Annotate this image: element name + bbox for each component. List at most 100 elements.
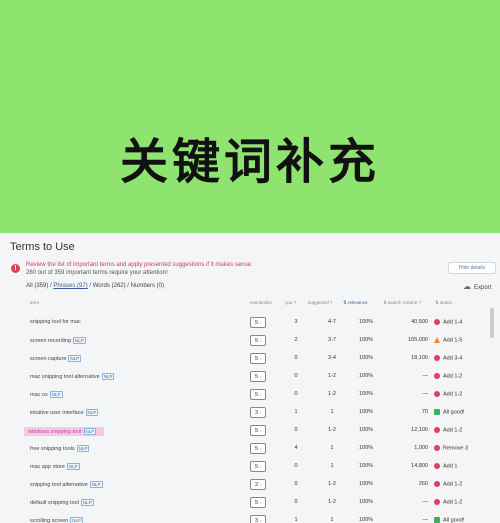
relevance-cell: 100% — [358, 445, 374, 451]
evenbooks-select[interactable]: 3 › — [250, 515, 266, 523]
action-text: Add 1-4 — [443, 319, 463, 326]
col-search-volume[interactable]: ⇅ search volume ? — [383, 300, 421, 306]
you-cell: 0 — [294, 499, 298, 505]
alert-message: Review the list of important terms and a… — [26, 262, 253, 268]
suggested-cell: 1 — [330, 517, 334, 523]
chevron-icon: › — [259, 338, 261, 343]
evenbooks-select[interactable]: 3 › — [250, 407, 266, 418]
nlp-badge: NLP — [89, 481, 103, 488]
evenbooks-select[interactable]: 5 › — [250, 353, 266, 364]
evenbooks-value: 5 — [255, 500, 259, 506]
action-cell[interactable]: Add 1-2 — [434, 427, 462, 433]
evenbooks-select[interactable]: 5 › — [250, 389, 266, 400]
evenbooks-select[interactable]: 5 › — [250, 443, 266, 454]
table-row: screen recording NLP 5 › 2 3-7 100% 165,000 Add… — [22, 333, 490, 348]
chevron-icon: › — [259, 356, 261, 361]
action-cell[interactable]: All good! — [434, 517, 464, 523]
table-row: snipping tool alternative NLP 2 › 0 1-2 100% 2… — [22, 477, 490, 492]
action-cell[interactable]: Add 1 — [434, 463, 457, 469]
col-suggested[interactable]: suggested ? — [308, 300, 333, 305]
action-cell[interactable]: All good! — [434, 409, 464, 415]
filter-bar: All (359) / Phrases (97) / Words (262) /… — [26, 283, 164, 289]
nlp-badge: NLP — [70, 517, 83, 523]
table-row: intuitive user interface NLP 3 › 1 1 100% 70 Al… — [22, 405, 490, 420]
col-you[interactable]: you ? — [285, 300, 296, 305]
term-cell: snipping tool for mac — [30, 319, 81, 325]
term-text: free snipping tools — [30, 446, 75, 452]
action-cell[interactable]: Remove 3 — [434, 445, 468, 451]
action-cell[interactable]: Add 1-2 — [434, 481, 462, 487]
chevron-icon: › — [259, 482, 261, 487]
evenbooks-select[interactable]: 5 › — [250, 425, 266, 436]
you-cell: 1 — [294, 517, 298, 523]
action-text: Add 1-2 — [443, 391, 463, 398]
term-text: mac snipping tool alternative — [30, 374, 100, 380]
search-volume-cell: 18,100 — [411, 355, 428, 361]
term-cell: mac app store NLP — [30, 463, 80, 470]
col-term[interactable]: term — [30, 300, 39, 305]
alert-icon — [434, 481, 440, 487]
action-cell[interactable]: Add 1-5 — [434, 337, 462, 343]
action-text: Add 1 — [443, 463, 458, 470]
suggested-cell: 1 — [330, 445, 334, 451]
evenbooks-select[interactable]: 5 › — [250, 497, 266, 508]
suggested-cell: 1-2 — [328, 427, 336, 433]
action-cell[interactable]: Add 3-4 — [434, 355, 462, 361]
action-cell[interactable]: Add 1-2 — [434, 391, 462, 397]
col-action[interactable]: ⇅ action — [435, 300, 452, 306]
col-relevance[interactable]: ⇅ relevance — [343, 300, 368, 306]
banner: 关键词补充 — [0, 0, 500, 233]
evenbooks-value: 5 — [255, 446, 259, 452]
action-cell[interactable]: Add 1-4 — [434, 319, 462, 325]
term-cell: scrolling screen NLP — [30, 517, 83, 523]
table-row: screen capture NLP 5 › 0 3-4 100% 18,100 Add 3-… — [22, 351, 490, 366]
nlp-badge: NLP — [80, 499, 94, 506]
col-evenbooks[interactable]: evenbooks — [250, 300, 272, 305]
term-text: scrolling screen — [30, 518, 69, 523]
filter-words[interactable]: Words (262) — [93, 283, 126, 289]
scrollbar[interactable] — [490, 308, 494, 338]
you-cell: 0 — [294, 391, 298, 397]
chevron-icon: › — [259, 392, 261, 397]
action-cell[interactable]: Add 1-2 — [434, 373, 462, 379]
search-volume-cell: — — [422, 373, 429, 379]
you-cell: 4 — [294, 445, 298, 451]
evenbooks-select[interactable]: 5 › — [250, 461, 266, 472]
suggested-cell: 4-7 — [328, 319, 336, 325]
term-text: screen recording — [30, 338, 71, 344]
relevance-cell: 100% — [358, 499, 374, 505]
relevance-cell: 100% — [358, 391, 374, 397]
export-icon: ☁ — [463, 282, 471, 291]
you-cell: 0 — [294, 427, 298, 433]
term-text: mac app store — [30, 464, 65, 470]
nlp-badge: NLP — [68, 355, 82, 362]
evenbooks-value: 5 — [255, 356, 259, 362]
search-volume-cell: 40,500 — [411, 319, 428, 325]
term-text: screen capture — [30, 356, 67, 362]
evenbooks-select[interactable]: 5 › — [250, 335, 266, 346]
action-cell[interactable]: Add 1-2 — [434, 499, 462, 505]
relevance-cell: 100% — [358, 337, 374, 343]
relevance-cell: 100% — [358, 517, 374, 523]
filter-phrases[interactable]: Phrases (97) — [53, 283, 87, 289]
you-cell: 1 — [294, 409, 298, 415]
you-cell: 0 — [294, 463, 298, 469]
evenbooks-value: 5 — [255, 320, 259, 326]
hide-details-button[interactable]: Hide details — [448, 262, 496, 274]
nlp-badge: NLP — [49, 391, 63, 398]
action-text: Add 3-4 — [443, 355, 463, 362]
evenbooks-select[interactable]: 2 › — [250, 479, 266, 490]
term-cell: screen recording NLP — [30, 337, 86, 344]
filter-all[interactable]: All (359) — [26, 283, 48, 289]
term-cell: mac snipping tool alternative NLP — [30, 373, 115, 380]
export-button[interactable]: ☁ Export — [463, 282, 491, 291]
filter-numbers[interactable]: Numbers (0) — [131, 283, 164, 289]
action-text: Add 1-2 — [443, 481, 463, 488]
evenbooks-select[interactable]: 5 › — [250, 371, 266, 382]
table-row: snipping tool for mac 5 › 3 4-7 100% 40,500 Ad… — [22, 315, 490, 330]
chevron-icon: › — [259, 374, 261, 379]
evenbooks-select[interactable]: 5 › — [250, 317, 266, 328]
action-text: Add 1-2 — [443, 427, 463, 434]
check-icon — [434, 409, 440, 415]
alert-count: 260 out of 359 important terms require y… — [26, 270, 168, 276]
